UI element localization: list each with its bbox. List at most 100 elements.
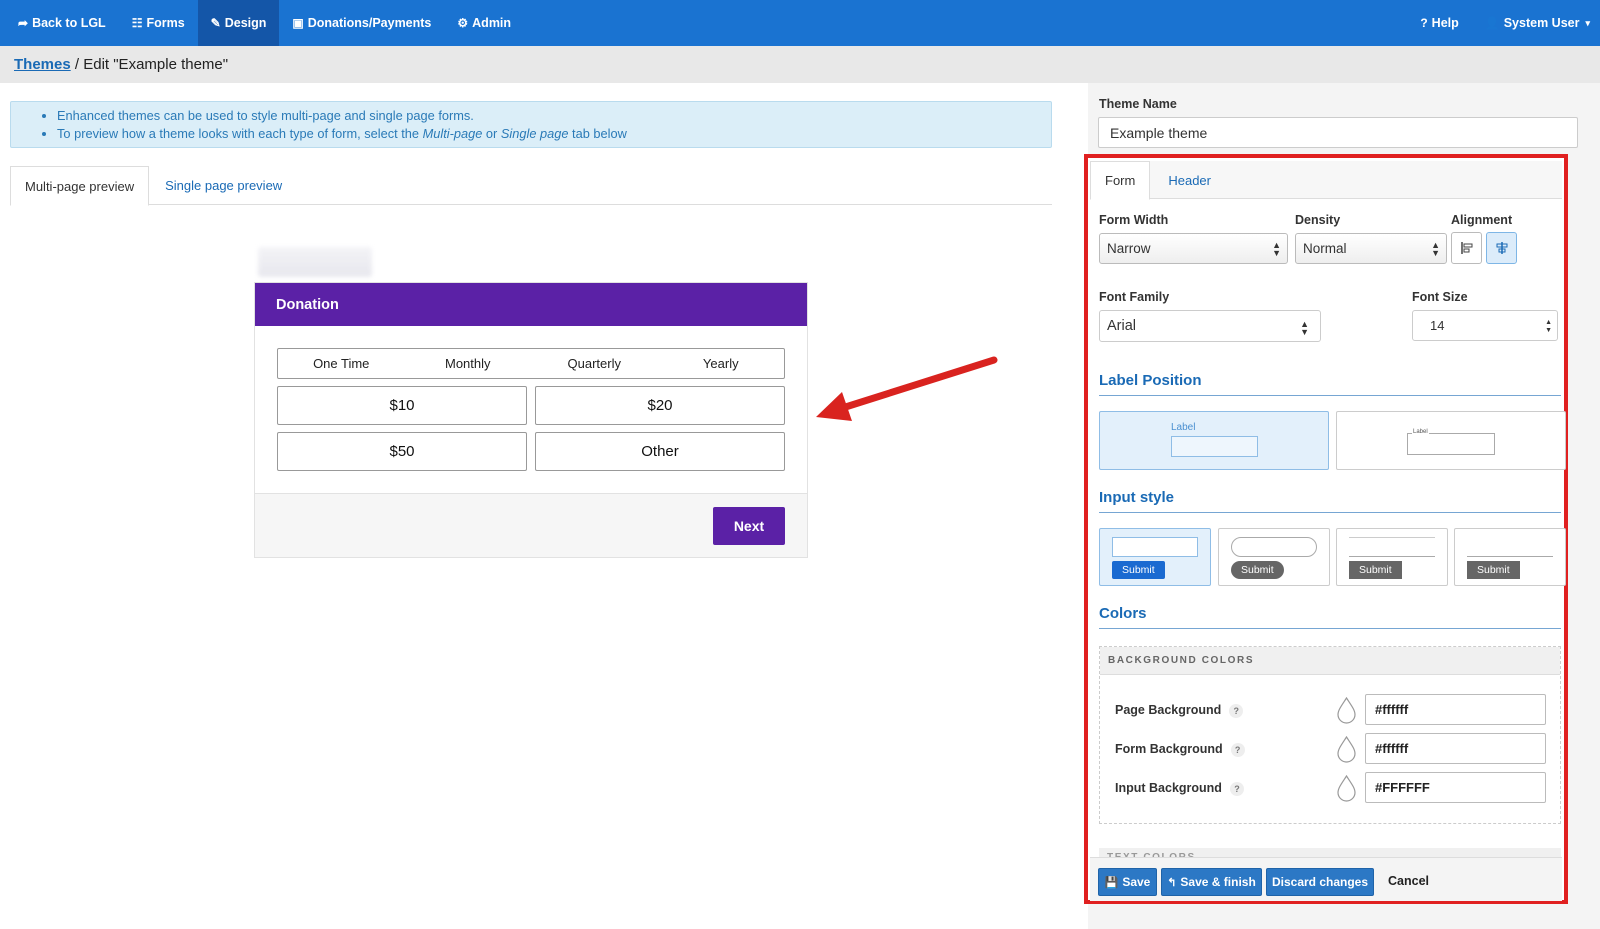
font-family-value: Arial xyxy=(1107,318,1137,334)
sample-input xyxy=(1112,537,1198,557)
nav-design[interactable]: ✎ Design xyxy=(197,0,280,46)
label-above-field xyxy=(1171,436,1258,457)
page-background-input[interactable]: #ffffff xyxy=(1365,694,1546,725)
nav-user-menu[interactable]: 👤 System User ▾ xyxy=(1472,0,1600,46)
cancel-button[interactable]: Cancel xyxy=(1388,874,1429,888)
sample-submit-button: Submit xyxy=(1112,561,1165,579)
nav-help[interactable]: ? Help xyxy=(1407,0,1471,46)
help-icon[interactable]: ? xyxy=(1230,742,1245,757)
align-left-button[interactable] xyxy=(1451,232,1482,264)
nav-donations-payments[interactable]: ▣ Donations/Payments xyxy=(279,0,444,46)
breadcrumb-themes-link[interactable]: Themes xyxy=(14,56,71,73)
color-picker-drop-icon[interactable] xyxy=(1336,774,1357,802)
top-nav: ➦ Back to LGL ☷ Forms ✎ Design ▣ Donatio… xyxy=(0,0,1600,46)
next-button[interactable]: Next xyxy=(713,507,785,545)
freq-quarterly[interactable]: Quarterly xyxy=(531,356,658,371)
save-button[interactable]: 💾 Save xyxy=(1098,868,1157,896)
user-icon: 👤 xyxy=(1484,16,1500,30)
nav-forms[interactable]: ☷ Forms xyxy=(119,0,198,46)
sample-input xyxy=(1231,537,1317,557)
font-size-label: Font Size xyxy=(1412,290,1468,304)
amount-button-10[interactable]: $10 xyxy=(277,386,527,425)
floppy-icon: 💾 xyxy=(1104,876,1119,889)
color-picker-drop-icon[interactable] xyxy=(1336,696,1357,724)
form-width-select[interactable]: Narrow ▲ ▼ xyxy=(1099,233,1288,264)
nav-back-to-lgl[interactable]: ➦ Back to LGL xyxy=(0,0,119,46)
nav-donations-label: Donations/Payments xyxy=(307,16,432,30)
divider xyxy=(1099,512,1561,513)
font-family-label: Font Family xyxy=(1099,290,1170,304)
save-finish-button[interactable]: ↰ Save & finish xyxy=(1161,868,1262,896)
updown-caret-icon: ▲ ▼ xyxy=(1300,319,1309,337)
theme-name-input[interactable]: Example theme xyxy=(1098,117,1578,148)
blurred-logo xyxy=(258,247,372,277)
gear-icon: ⚙ xyxy=(457,16,469,30)
label-inline-field xyxy=(1407,433,1495,455)
tab-multi-page-preview[interactable]: Multi-page preview xyxy=(10,166,150,206)
label-above-text: Label xyxy=(1171,422,1196,433)
font-family-select[interactable]: Arial ▲ ▼ xyxy=(1099,310,1321,342)
form-background-label: Form Background? xyxy=(1115,742,1245,757)
discard-changes-button[interactable]: Discard changes xyxy=(1266,868,1374,896)
amount-button-50[interactable]: $50 xyxy=(277,432,527,471)
align-left-icon xyxy=(1460,242,1472,254)
help-icon[interactable]: ? xyxy=(1229,703,1244,718)
density-label: Density xyxy=(1295,213,1341,227)
color-picker-drop-icon[interactable] xyxy=(1336,735,1357,763)
form-preview: Donation One Time Monthly Quarterly Year… xyxy=(254,282,808,558)
tab-form[interactable]: Form xyxy=(1090,161,1151,200)
divider xyxy=(1099,628,1561,629)
panel-tabs: Form Header xyxy=(1090,161,1562,200)
nav-design-label: Design xyxy=(224,16,267,30)
breadcrumb-current: Edit "Example theme" xyxy=(83,56,229,73)
save-finish-label: Save & finish xyxy=(1180,875,1256,889)
form-width-label: Form Width xyxy=(1099,213,1169,227)
label-position-above-option[interactable]: Label xyxy=(1099,411,1329,470)
form-footer: Next xyxy=(255,493,807,557)
input-background-label: Input Background? xyxy=(1115,781,1244,796)
help-icon[interactable]: ? xyxy=(1229,781,1244,796)
sample-submit-button: Submit xyxy=(1467,561,1520,579)
freq-one-time[interactable]: One Time xyxy=(278,356,405,371)
align-center-icon xyxy=(1496,242,1507,254)
label-position-title: Label Position xyxy=(1099,372,1202,389)
background-colors-header: BACKGROUND COLORS xyxy=(1100,647,1560,675)
input-style-option-flat[interactable]: Submit xyxy=(1336,528,1448,586)
input-background-input[interactable]: #FFFFFF xyxy=(1365,772,1546,803)
page-background-label: Page Background? xyxy=(1115,703,1244,718)
red-arrow-icon xyxy=(816,356,998,421)
density-value: Normal xyxy=(1303,241,1347,256)
tab-header[interactable]: Header xyxy=(1150,161,1225,199)
updown-caret-icon: ▲ ▼ xyxy=(1431,240,1440,258)
caret-down-icon: ▾ xyxy=(1585,17,1590,28)
amount-button-20[interactable]: $20 xyxy=(535,386,785,425)
sample-submit-button: Submit xyxy=(1349,561,1402,579)
sample-submit-button: Submit xyxy=(1231,561,1284,579)
nav-back-label: Back to LGL xyxy=(32,16,106,30)
save-label: Save xyxy=(1122,875,1151,889)
label-inline-text: Label xyxy=(1412,429,1429,435)
input-style-option-square[interactable]: Submit xyxy=(1099,528,1211,586)
font-size-input[interactable]: 14 ▲ ▼ xyxy=(1412,310,1558,341)
info-line-2: To preview how a theme looks with each t… xyxy=(57,125,1051,143)
density-select[interactable]: Normal ▲ ▼ xyxy=(1295,233,1447,264)
nav-right-group: ? Help 👤 System User ▾ xyxy=(1407,0,1600,46)
updown-caret-icon: ▲ ▼ xyxy=(1272,240,1281,258)
freq-yearly[interactable]: Yearly xyxy=(658,356,785,371)
freq-monthly[interactable]: Monthly xyxy=(405,356,532,371)
preview-tabs: Multi-page preview Single page preview xyxy=(10,166,1052,206)
form-background-input[interactable]: #ffffff xyxy=(1365,733,1546,764)
nav-admin-label: Admin xyxy=(472,16,512,30)
spinner-arrows-icon[interactable]: ▲ ▼ xyxy=(1545,319,1552,335)
frequency-selector: One Time Monthly Quarterly Yearly xyxy=(277,348,785,379)
input-style-option-rounded[interactable]: Submit xyxy=(1218,528,1330,586)
nav-help-label: Help xyxy=(1431,16,1459,30)
align-center-button[interactable] xyxy=(1486,232,1517,264)
input-style-option-underline[interactable]: Submit xyxy=(1454,528,1566,586)
amount-button-other[interactable]: Other xyxy=(535,432,785,471)
pencil-icon: ✎ xyxy=(210,16,221,30)
nav-admin[interactable]: ⚙ Admin xyxy=(444,0,524,46)
tab-single-page-preview[interactable]: Single page preview xyxy=(149,166,296,205)
breadcrumb: Themes / Edit "Example theme" xyxy=(0,46,1600,83)
label-position-inline-option[interactable]: Label xyxy=(1336,411,1566,470)
